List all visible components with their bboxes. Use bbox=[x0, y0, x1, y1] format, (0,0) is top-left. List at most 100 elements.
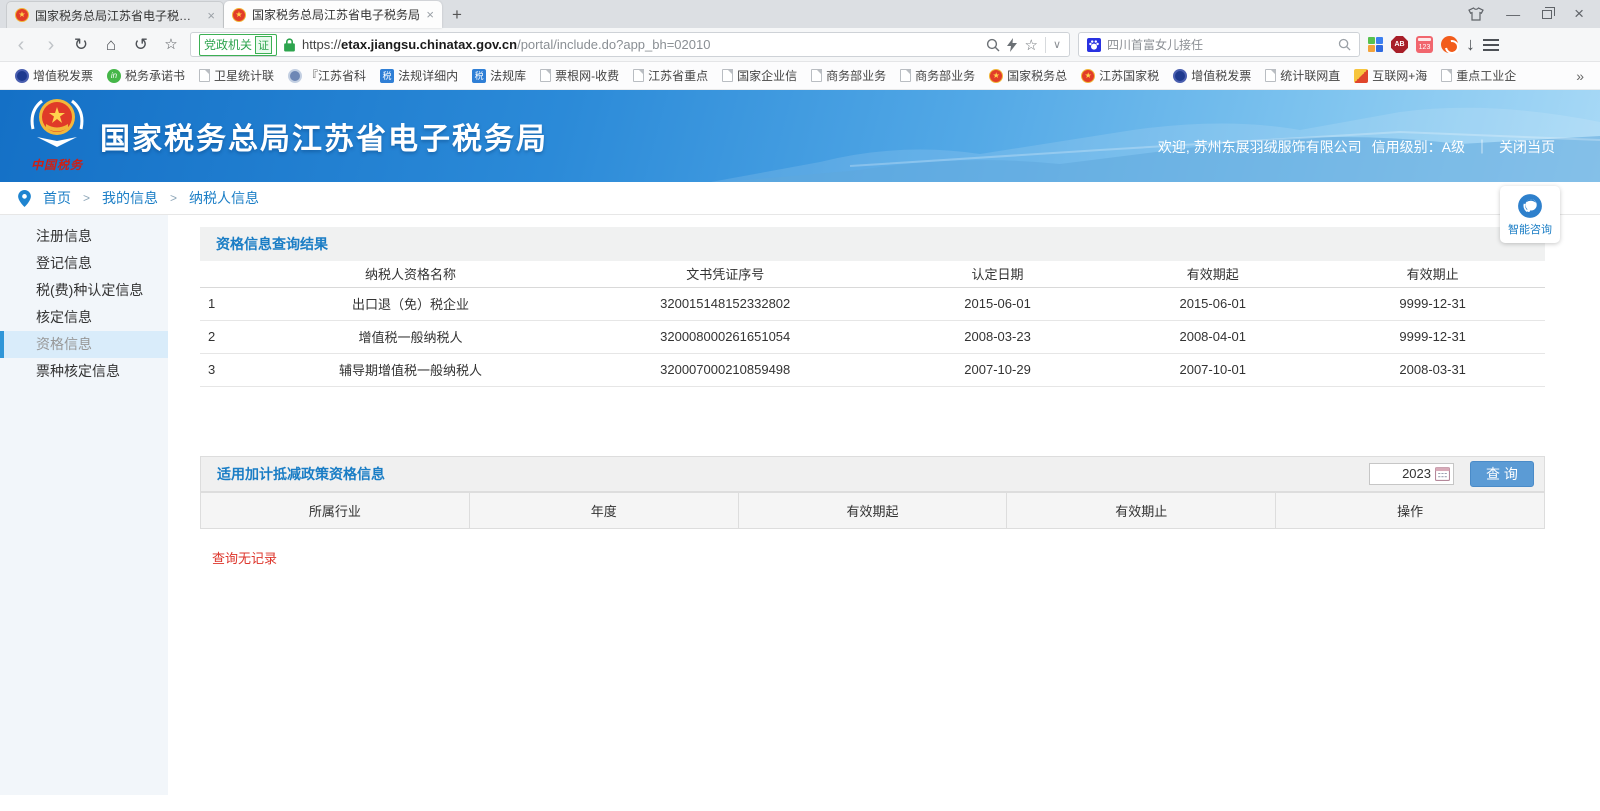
download-icon[interactable]: ↓ bbox=[1466, 34, 1475, 55]
sidebar: 注册信息 登记信息 税(费)种认定信息 核定信息 资格信息 票种核定信息 bbox=[0, 215, 168, 795]
smart-consult-button[interactable]: 智能咨询 bbox=[1500, 186, 1560, 243]
url-text[interactable]: https://etax.jiangsu.chinatax.gov.cn/por… bbox=[302, 37, 979, 52]
page-icon bbox=[900, 69, 911, 82]
bookmark-item[interactable]: 增值税发票 bbox=[1166, 65, 1258, 86]
tax-emblem-icon: ★ bbox=[989, 69, 1003, 83]
menu-icon[interactable] bbox=[1483, 39, 1499, 51]
home-button[interactable]: ⌂ bbox=[100, 36, 122, 53]
sidebar-item-verification[interactable]: 核定信息 bbox=[0, 304, 168, 331]
row-index: 2 bbox=[200, 320, 261, 353]
bookmark-item[interactable]: 卫星统计联 bbox=[192, 65, 281, 86]
adblock-icon[interactable]: AB bbox=[1391, 36, 1408, 53]
breadcrumb-separator: > bbox=[83, 191, 90, 205]
tax-square-icon: 税 bbox=[472, 69, 486, 83]
new-tab-button[interactable]: + bbox=[442, 1, 472, 28]
tab-strip: ★ 国家税务总局江苏省电子税务局 × ★ 国家税务总局江苏省电子税务局 × + … bbox=[0, 0, 1600, 28]
bookmark-item[interactable]: ★国家税务总 bbox=[982, 65, 1074, 86]
breadcrumb-my-info[interactable]: 我的信息 bbox=[102, 188, 158, 208]
bookmark-item[interactable]: 统计联网直 bbox=[1258, 65, 1347, 86]
year-value[interactable]: 2023 bbox=[1376, 466, 1431, 481]
row-index: 1 bbox=[200, 287, 261, 320]
cell-qualification-name: 增值税一般纳税人 bbox=[261, 320, 561, 353]
breadcrumb-taxpayer-info[interactable]: 纳税人信息 bbox=[189, 188, 259, 208]
sidebar-item-invoice-type[interactable]: 票种核定信息 bbox=[0, 358, 168, 385]
bookmark-item[interactable]: 税法规详细内 bbox=[373, 65, 465, 86]
row-index: 3 bbox=[200, 353, 261, 386]
table-row: 3 辅导期增值税一般纳税人 320007000210859498 2007-10… bbox=[200, 353, 1545, 386]
divider bbox=[1045, 37, 1046, 53]
tax-emblem-favicon: ★ bbox=[15, 8, 29, 22]
search-input[interactable]: 四川首富女儿接任 bbox=[1107, 36, 1332, 53]
bookmark-item[interactable]: 票根网-收费 bbox=[533, 65, 626, 86]
bookmark-item[interactable]: in税务承诺书 bbox=[100, 65, 192, 86]
refresh-button[interactable]: ↻ bbox=[70, 36, 92, 53]
col-valid-from: 有效期起 bbox=[1105, 261, 1320, 287]
lightning-extension-icon[interactable] bbox=[1007, 38, 1017, 52]
forward-button[interactable]: › bbox=[40, 35, 62, 55]
baidu-paw-icon bbox=[1087, 38, 1101, 52]
col-qualification-name: 纳税人资格名称 bbox=[261, 261, 561, 287]
bookmark-item[interactable]: 增值税发票 bbox=[8, 65, 100, 86]
undo-button[interactable]: ↺ bbox=[130, 36, 152, 53]
page-icon bbox=[1265, 69, 1276, 82]
search-icon[interactable] bbox=[1338, 38, 1351, 51]
browser-tab-active[interactable]: ★ 国家税务总局江苏省电子税务局 × bbox=[224, 1, 442, 28]
table-header-row: 所属行业 年度 有效期起 有效期止 操作 bbox=[201, 492, 1545, 528]
national-tax-emblem bbox=[25, 95, 89, 153]
cell-document-serial: 320015148152332802 bbox=[560, 287, 890, 320]
sidebar-item-tax-type[interactable]: 税(费)种认定信息 bbox=[0, 277, 168, 304]
sidebar-item-qualification[interactable]: 资格信息 bbox=[0, 331, 168, 358]
col-valid-to: 有效期止 bbox=[1320, 261, 1545, 287]
address-bar[interactable]: 党政机关 证 https://etax.jiangsu.chinatax.gov… bbox=[190, 32, 1070, 57]
sidebar-item-registration[interactable]: 注册信息 bbox=[0, 223, 168, 250]
tab-close-icon[interactable]: × bbox=[426, 7, 434, 22]
back-button[interactable]: ‹ bbox=[10, 35, 32, 55]
query-button[interactable]: 查 询 bbox=[1470, 461, 1534, 487]
bookmarks-overflow-icon[interactable]: » bbox=[1568, 68, 1592, 84]
chevron-down-icon[interactable]: ∨ bbox=[1053, 38, 1061, 51]
bookmark-star-icon[interactable]: ☆ bbox=[160, 37, 182, 52]
bookmark-item[interactable]: 重点工业企 bbox=[1434, 65, 1523, 86]
browser-wheel-icon[interactable] bbox=[1441, 36, 1458, 53]
invoice-circle-icon bbox=[15, 69, 29, 83]
sidebar-item-registry[interactable]: 登记信息 bbox=[0, 250, 168, 277]
browser-skin-icon[interactable] bbox=[1468, 7, 1484, 22]
welcome-text: 欢迎, 苏州东展羽绒服饰有限公司 bbox=[1158, 137, 1362, 157]
year-input[interactable]: 2023 bbox=[1369, 463, 1454, 485]
headset-agent-icon bbox=[1517, 193, 1543, 219]
cell-valid-to: 2008-03-31 bbox=[1320, 353, 1545, 386]
page-title: 国家税务总局江苏省电子税务局 bbox=[100, 114, 548, 158]
minimize-button[interactable]: — bbox=[1506, 6, 1520, 22]
main-content: 资格信息查询结果 纳税人资格名称 文书凭证序号 认定日期 有效期起 有效期止 1… bbox=[168, 215, 1600, 811]
gov-verification-badge: 党政机关 证 bbox=[199, 34, 277, 56]
globe-circle-icon bbox=[288, 69, 302, 83]
search-box[interactable]: 四川首富女儿接任 bbox=[1078, 32, 1360, 57]
page-icon bbox=[540, 69, 551, 82]
bookmark-item[interactable]: 国家企业信 bbox=[715, 65, 804, 86]
bookmark-item[interactable]: 商务部业务 bbox=[804, 65, 893, 86]
bookmark-item[interactable]: 『江苏省科 bbox=[281, 65, 373, 86]
breadcrumb: 首页 > 我的信息 > 纳税人信息 bbox=[0, 182, 1600, 215]
bookmark-item[interactable]: 商务部业务 bbox=[893, 65, 982, 86]
calendar-icon[interactable] bbox=[1435, 466, 1450, 481]
bookmark-item[interactable]: 江苏省重点 bbox=[626, 65, 715, 86]
page-icon bbox=[722, 69, 733, 82]
close-window-button[interactable]: × bbox=[1574, 4, 1584, 24]
breadcrumb-home[interactable]: 首页 bbox=[43, 188, 71, 208]
bookmark-item[interactable]: ★江苏国家税 bbox=[1074, 65, 1166, 86]
restore-button[interactable] bbox=[1542, 10, 1552, 19]
deduction-table: 所属行业 年度 有效期起 有效期止 操作 bbox=[200, 492, 1545, 529]
favorite-star-icon[interactable]: ☆ bbox=[1024, 36, 1037, 54]
calendar-extension-icon[interactable]: 123 bbox=[1416, 36, 1433, 53]
zoom-search-icon[interactable] bbox=[986, 38, 1000, 52]
bookmark-item[interactable]: 税法规库 bbox=[465, 65, 533, 86]
col-industry: 所属行业 bbox=[201, 492, 470, 528]
in-circle-icon: in bbox=[107, 69, 121, 83]
cell-qualification-name: 辅导期增值税一般纳税人 bbox=[261, 353, 561, 386]
browser-tab[interactable]: ★ 国家税务总局江苏省电子税务局 × bbox=[6, 1, 224, 28]
no-records-message: 查询无记录 bbox=[200, 548, 1545, 567]
close-page-link[interactable]: 关闭当页 bbox=[1499, 137, 1555, 157]
apps-grid-icon[interactable] bbox=[1368, 37, 1383, 52]
bookmark-item[interactable]: 互联网+海 bbox=[1347, 65, 1434, 86]
tab-close-icon[interactable]: × bbox=[207, 8, 215, 23]
